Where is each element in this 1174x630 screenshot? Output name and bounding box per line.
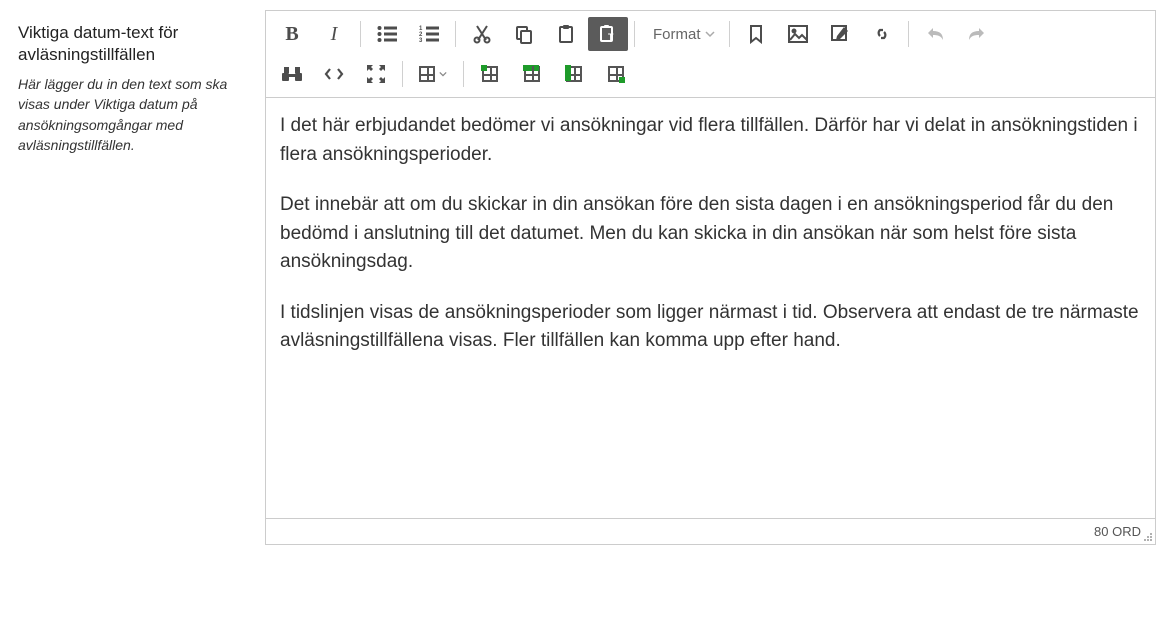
- svg-text:T: T: [608, 32, 614, 42]
- field-title: Viktiga datum-text för avläsningstillfäl…: [18, 22, 253, 66]
- redo-icon: [966, 25, 988, 43]
- link-icon: [872, 24, 892, 44]
- paste-text-icon: T: [598, 24, 618, 44]
- image-icon: [788, 25, 808, 43]
- toolbar-separator: [908, 21, 909, 47]
- fullscreen-icon: [367, 65, 385, 83]
- table-button[interactable]: [409, 57, 457, 91]
- copy-icon: [514, 24, 534, 44]
- table-fill-icon: [608, 66, 624, 82]
- copy-button[interactable]: [504, 17, 544, 51]
- toolbar-separator: [402, 61, 403, 87]
- toolbar-separator: [463, 61, 464, 87]
- content-paragraph: Det innebär att om du skickar in din ans…: [280, 191, 1141, 277]
- bold-icon: B: [285, 23, 298, 46]
- bookmark-icon: [748, 24, 764, 44]
- svg-text:3: 3: [419, 38, 423, 43]
- bulleted-list-icon: [377, 25, 397, 43]
- numbered-list-button[interactable]: 123: [409, 17, 449, 51]
- table-row-button[interactable]: [512, 57, 552, 91]
- source-button[interactable]: [314, 57, 354, 91]
- chevron-down-icon: [705, 29, 715, 39]
- table-cell-icon: [482, 66, 498, 82]
- toolbar-separator: [634, 21, 635, 47]
- word-count: 80 ORD: [1094, 524, 1141, 539]
- binoculars-icon: [281, 65, 303, 83]
- fullscreen-button[interactable]: [356, 57, 396, 91]
- edit-icon: [830, 24, 850, 44]
- cut-icon: [472, 24, 492, 44]
- editor-status-bar: 80 ORD: [266, 518, 1155, 544]
- find-replace-button[interactable]: [272, 57, 312, 91]
- code-icon: [324, 66, 344, 82]
- italic-icon: I: [331, 23, 338, 46]
- toolbar-separator: [729, 21, 730, 47]
- table-column-icon: [566, 66, 582, 82]
- undo-icon: [924, 25, 946, 43]
- editor-content-area[interactable]: I det här erbjudandet bedömer vi ansökni…: [266, 98, 1155, 518]
- undo-button[interactable]: [915, 17, 955, 51]
- bulleted-list-button[interactable]: [367, 17, 407, 51]
- format-dropdown[interactable]: Format: [641, 17, 723, 51]
- chevron-down-icon: [439, 70, 447, 78]
- rich-text-editor: B I 123 T: [265, 10, 1156, 545]
- field-help-text: Här lägger du in den text som ska visas …: [18, 74, 253, 155]
- table-row-icon: [524, 66, 540, 82]
- content-paragraph: I tidslinjen visas de ansökningsperioder…: [280, 299, 1141, 356]
- field-description-sidebar: Viktiga datum-text för avläsningstillfäl…: [18, 10, 253, 155]
- link-button[interactable]: [862, 17, 902, 51]
- toolbar-separator: [360, 21, 361, 47]
- table-column-button[interactable]: [554, 57, 594, 91]
- content-paragraph: I det här erbjudandet bedömer vi ansökni…: [280, 112, 1141, 169]
- image-button[interactable]: [778, 17, 818, 51]
- italic-button[interactable]: I: [314, 17, 354, 51]
- paste-icon: [556, 24, 576, 44]
- numbered-list-icon: 123: [419, 25, 439, 43]
- edit-button[interactable]: [820, 17, 860, 51]
- table-icon: [419, 66, 435, 82]
- cut-button[interactable]: [462, 17, 502, 51]
- table-cell-button[interactable]: [470, 57, 510, 91]
- paste-as-text-button[interactable]: T: [588, 17, 628, 51]
- bold-button[interactable]: B: [272, 17, 312, 51]
- toolbar-separator: [455, 21, 456, 47]
- paste-button[interactable]: [546, 17, 586, 51]
- table-fill-button[interactable]: [596, 57, 636, 91]
- resize-grip-icon[interactable]: [1143, 532, 1153, 542]
- format-label: Format: [653, 26, 701, 43]
- bookmark-button[interactable]: [736, 17, 776, 51]
- editor-toolbar: B I 123 T: [266, 11, 1155, 98]
- redo-button[interactable]: [957, 17, 997, 51]
